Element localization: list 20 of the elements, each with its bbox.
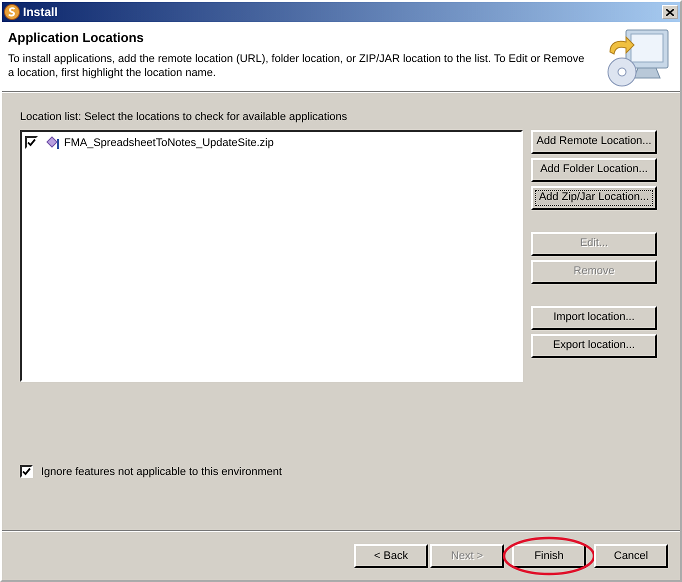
page-description: To install applications, add the remote location (URL), folder location, or ZIP/JAR location to the list. To Edit or Remove a location, first highlight the location name.: [8, 52, 586, 80]
action-button[interactable]: Add Folder Location...: [531, 158, 657, 182]
window-title: Install: [23, 4, 59, 21]
checkbox[interactable]: [20, 465, 33, 478]
close-icon: [666, 8, 674, 16]
app-icon: [4, 4, 20, 20]
action-button[interactable]: Add Zip/Jar Location...: [531, 186, 657, 210]
action-button[interactable]: Export location...: [531, 334, 657, 358]
page-title: Application Locations: [8, 30, 145, 46]
action-button[interactable]: Import location...: [531, 306, 657, 330]
list-label: Location list: Select the locations to check for available applications: [20, 110, 348, 125]
close-button[interactable]: [662, 5, 678, 19]
checkbox-label: Ignore features not applicable to this environment: [41, 464, 282, 480]
location-list[interactable]: FMA_SpreadsheetToNotes_UpdateSite.zip: [20, 130, 523, 382]
nav-button[interactable]: Finish: [512, 544, 586, 568]
site-icon: [46, 136, 60, 150]
location-name[interactable]: FMA_SpreadsheetToNotes_UpdateSite.zip: [64, 134, 274, 151]
nav-button[interactable]: Cancel: [594, 544, 668, 568]
nav-button[interactable]: < Back: [354, 544, 428, 568]
action-button[interactable]: Add Remote Location...: [531, 130, 657, 154]
